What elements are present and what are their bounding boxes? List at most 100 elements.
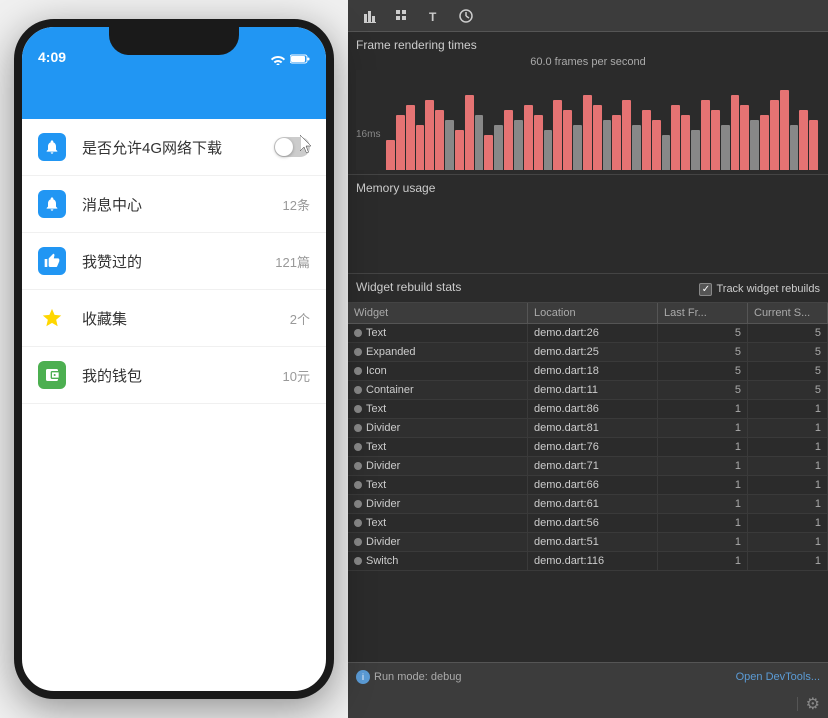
table-row[interactable]: Divider demo.dart:51 1 1 bbox=[348, 533, 828, 552]
clock-icon bbox=[459, 9, 473, 23]
track-widget-label[interactable]: Track widget rebuilds bbox=[699, 283, 820, 296]
cell-last-fr: 1 bbox=[658, 457, 748, 475]
cell-current-s: 1 bbox=[748, 495, 828, 513]
col-header-current-s: Current S... bbox=[748, 303, 828, 323]
table-row[interactable]: Icon demo.dart:18 5 5 bbox=[348, 362, 828, 381]
open-devtools-button[interactable]: Open DevTools... bbox=[736, 671, 820, 683]
cell-location: demo.dart:71 bbox=[528, 457, 658, 475]
cell-last-fr: 5 bbox=[658, 362, 748, 380]
cell-current-s: 1 bbox=[748, 552, 828, 570]
chart-bar bbox=[701, 100, 710, 170]
cell-current-s: 1 bbox=[748, 400, 828, 418]
chart-bar bbox=[406, 105, 415, 170]
chart-bar bbox=[553, 100, 562, 170]
table-row[interactable]: Text demo.dart:86 1 1 bbox=[348, 400, 828, 419]
chart-bar bbox=[652, 120, 661, 170]
widget-dot bbox=[354, 424, 362, 432]
list-item[interactable]: 消息中心 12条 bbox=[22, 176, 326, 233]
cell-location: demo.dart:66 bbox=[528, 476, 658, 494]
clock-button[interactable] bbox=[452, 4, 480, 28]
table-header: Widget Location Last Fr... Current S... bbox=[348, 303, 828, 324]
table-row[interactable]: Divider demo.dart:81 1 1 bbox=[348, 419, 828, 438]
chart-bar bbox=[514, 120, 523, 170]
devtools-panel: T Frame rendering times 60.0 frames per … bbox=[348, 0, 828, 718]
cell-last-fr: 1 bbox=[658, 552, 748, 570]
cell-widget: Container bbox=[348, 381, 528, 399]
table-row[interactable]: Text demo.dart:26 5 5 bbox=[348, 324, 828, 343]
bar-chart-button[interactable] bbox=[356, 4, 384, 28]
item-badge: 2个 bbox=[290, 309, 310, 328]
battery-icon bbox=[290, 54, 310, 64]
memory-section-title: Memory usage bbox=[356, 181, 820, 195]
chart-bar bbox=[711, 110, 720, 170]
chart-bar bbox=[681, 115, 690, 170]
list-item[interactable]: 是否允许4G网络下载 bbox=[22, 119, 326, 176]
cell-location: demo.dart:76 bbox=[528, 438, 658, 456]
chart-bar bbox=[425, 100, 434, 170]
cell-widget: Divider bbox=[348, 457, 528, 475]
text-button[interactable]: T bbox=[420, 4, 448, 28]
widget-dot bbox=[354, 443, 362, 451]
list-item[interactable]: 收藏集 2个 bbox=[22, 290, 326, 347]
widget-dot bbox=[354, 405, 362, 413]
chart-bar bbox=[475, 115, 484, 170]
cell-location: demo.dart:61 bbox=[528, 495, 658, 513]
chart-bar bbox=[524, 105, 533, 170]
settings-bar: ⚙ bbox=[348, 690, 828, 718]
bottom-bar: i Run mode: debug Open DevTools... bbox=[348, 662, 828, 690]
chart-bar bbox=[809, 120, 818, 170]
chart-bar bbox=[622, 100, 631, 170]
chart-bar bbox=[642, 110, 651, 170]
cell-last-fr: 1 bbox=[658, 495, 748, 513]
bell-icon bbox=[38, 190, 66, 218]
cell-current-s: 5 bbox=[748, 324, 828, 342]
widget-dot bbox=[354, 329, 362, 337]
grid-icon bbox=[395, 9, 409, 23]
memory-section: Memory usage bbox=[348, 175, 828, 274]
table-row[interactable]: Text demo.dart:66 1 1 bbox=[348, 476, 828, 495]
status-time: 4:09 bbox=[38, 49, 66, 65]
item-badge: 12条 bbox=[283, 195, 310, 214]
chart-bars-container bbox=[358, 70, 818, 170]
cell-location: demo.dart:18 bbox=[528, 362, 658, 380]
list-item-text: 是否允许4G网络下载 bbox=[82, 137, 274, 158]
grid-button[interactable] bbox=[388, 4, 416, 28]
text-icon: T bbox=[427, 9, 441, 23]
cell-current-s: 1 bbox=[748, 457, 828, 475]
table-row[interactable]: Text demo.dart:56 1 1 bbox=[348, 514, 828, 533]
table-row[interactable]: Divider demo.dart:61 1 1 bbox=[348, 495, 828, 514]
chart-bar bbox=[573, 125, 582, 170]
widget-dot bbox=[354, 538, 362, 546]
list-item-text: 消息中心 bbox=[82, 194, 283, 215]
status-icons bbox=[270, 53, 310, 65]
toggle-switch[interactable] bbox=[274, 137, 310, 157]
cell-location: demo.dart:51 bbox=[528, 533, 658, 551]
memory-chart bbox=[356, 199, 820, 269]
chart-bar bbox=[484, 135, 493, 170]
run-mode-container: i Run mode: debug bbox=[356, 670, 461, 684]
table-row[interactable]: Text demo.dart:76 1 1 bbox=[348, 438, 828, 457]
settings-icon[interactable]: ⚙ bbox=[806, 694, 820, 714]
chart-bar bbox=[544, 130, 553, 170]
track-widget-checkbox[interactable] bbox=[699, 283, 712, 296]
chart-bar bbox=[603, 120, 612, 170]
wifi-icon bbox=[270, 53, 286, 65]
widget-dot bbox=[354, 500, 362, 508]
table-row[interactable]: Expanded demo.dart:25 5 5 bbox=[348, 343, 828, 362]
cell-widget: Divider bbox=[348, 533, 528, 551]
info-icon: i bbox=[356, 670, 370, 684]
col-header-location: Location bbox=[528, 303, 658, 323]
widget-table[interactable]: Widget Location Last Fr... Current S... … bbox=[348, 303, 828, 662]
cell-current-s: 5 bbox=[748, 343, 828, 361]
list-item[interactable]: 我赞过的 121篇 bbox=[22, 233, 326, 290]
list-item[interactable]: 我的钱包 10元 bbox=[22, 347, 326, 404]
cell-widget: Text bbox=[348, 514, 528, 532]
cell-widget: Icon bbox=[348, 362, 528, 380]
fps-label: 60.0 frames per second bbox=[356, 56, 820, 68]
table-row[interactable]: Container demo.dart:11 5 5 bbox=[348, 381, 828, 400]
table-row[interactable]: Divider demo.dart:71 1 1 bbox=[348, 457, 828, 476]
cell-widget: Text bbox=[348, 476, 528, 494]
table-row[interactable]: Switch demo.dart:116 1 1 bbox=[348, 552, 828, 571]
chart-bar bbox=[750, 120, 759, 170]
chart-bar bbox=[534, 115, 543, 170]
